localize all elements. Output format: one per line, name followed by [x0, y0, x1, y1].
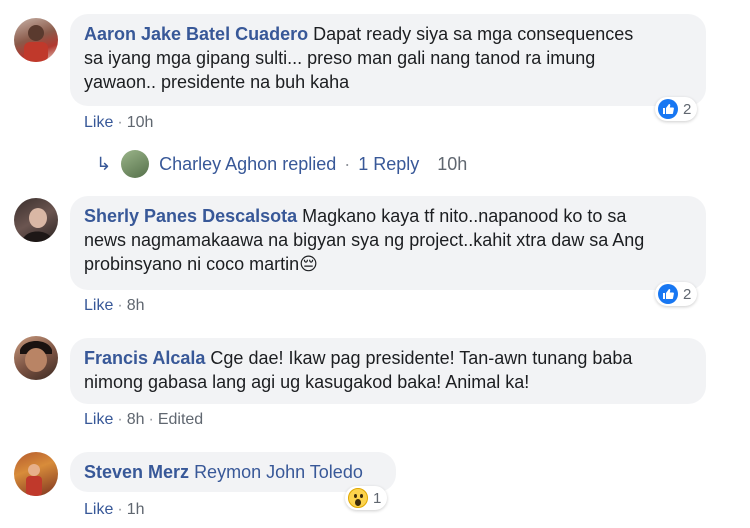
reaction-count: 2 [683, 285, 692, 303]
comment-text: yawaon.. presidente na buh kaha [84, 72, 350, 92]
avatar-photo [26, 464, 42, 496]
reply-count[interactable]: 1 Reply [358, 154, 419, 175]
avatar-photo [24, 25, 48, 62]
timestamp[interactable]: 10h [127, 114, 154, 131]
reply-author[interactable]: Charley Aghon [159, 154, 277, 175]
reaction-badge[interactable]: 2 [655, 282, 698, 306]
reply-time: 10h [437, 153, 468, 174]
comment-author[interactable]: Francis Alcala [84, 348, 205, 368]
separator: · [148, 411, 154, 428]
separator: · [117, 297, 123, 314]
reaction-badge[interactable]: 1 [345, 486, 388, 510]
comment-actions: Like · 1h [84, 501, 144, 519]
like-icon [658, 284, 678, 304]
reply-verb: replied [282, 153, 337, 174]
comment-actions: Like · 8h [84, 297, 144, 315]
comment-bubble: Aaron Jake Batel Cuadero Dapat ready siy… [70, 14, 706, 106]
like-link[interactable]: Like [84, 501, 113, 518]
avatar[interactable] [14, 18, 58, 62]
reply-arrow-icon: ↳ [96, 153, 112, 174]
mention-link[interactable]: Reymon John Toledo [194, 462, 363, 482]
avatar[interactable] [14, 452, 58, 496]
comment-text: sa iyang mga gipang sulti... preso man g… [84, 48, 596, 68]
like-link[interactable]: Like [84, 297, 113, 314]
separator: · [344, 153, 351, 174]
wow-icon [348, 488, 368, 508]
avatar[interactable] [14, 336, 58, 380]
reaction-count: 2 [683, 100, 692, 118]
comment-author[interactable]: Steven Merz [84, 462, 189, 482]
replies-link[interactable]: ↳ Charley Aghon replied · 1 Reply 10h [96, 150, 467, 178]
comment-actions: Like · 8h · Edited [84, 411, 203, 429]
comment-text: news nagmamakaawa na bigyan sya ng proje… [84, 230, 645, 250]
reaction-count: 1 [373, 489, 382, 507]
comment-bubble: Sherly Panes Descalsota Magkano kaya tf … [70, 196, 706, 290]
comment-text: Cge dae! Ikaw pag presidente! Tan-awn tu… [210, 348, 633, 368]
timestamp[interactable]: 8h [127, 297, 145, 314]
avatar[interactable] [14, 198, 58, 242]
separator: · [117, 501, 123, 518]
like-link[interactable]: Like [84, 411, 113, 428]
like-icon [658, 99, 678, 119]
pensive-emoji: 😔 [299, 254, 318, 274]
avatar-photo [20, 341, 52, 372]
timestamp[interactable]: 1h [127, 501, 145, 518]
comment-text: nimong gabasa lang agi ug kasugakod baka… [84, 372, 530, 392]
comment-actions: Like · 10h [84, 114, 153, 132]
comment-text: Magkano kaya tf nito..napanood ko to sa [302, 206, 627, 226]
comment-bubble: Francis Alcala Cge dae! Ikaw pag preside… [70, 338, 706, 404]
avatar [121, 150, 150, 178]
comment-bubble: Steven Merz Reymon John Toledo [70, 452, 396, 492]
timestamp[interactable]: 8h [127, 411, 145, 428]
comment-text: probinsyano ni coco martin [84, 254, 300, 274]
edited-label[interactable]: Edited [158, 411, 203, 428]
comment-author[interactable]: Sherly Panes Descalsota [84, 206, 297, 226]
separator: · [117, 114, 123, 131]
avatar-photo [22, 208, 54, 242]
like-link[interactable]: Like [84, 114, 113, 131]
reaction-badge[interactable]: 2 [655, 97, 698, 121]
separator: · [117, 411, 123, 428]
comment-author[interactable]: Aaron Jake Batel Cuadero [84, 24, 308, 44]
comment-text: Dapat ready siya sa mga consequences [313, 24, 634, 44]
